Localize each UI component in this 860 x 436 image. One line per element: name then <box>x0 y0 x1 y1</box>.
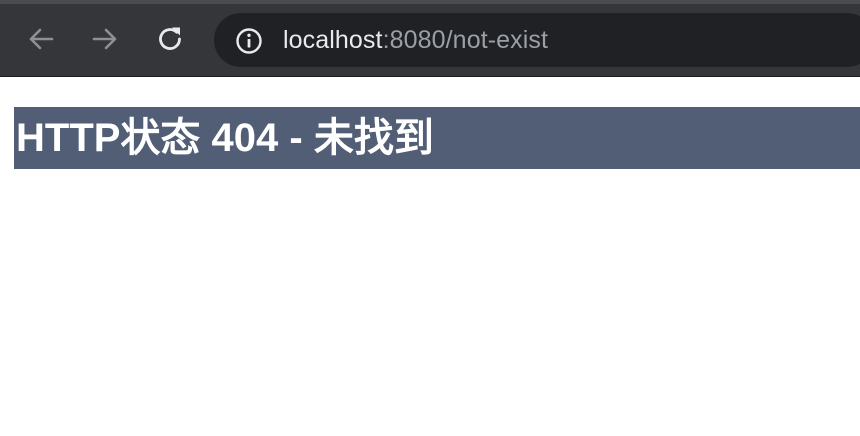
info-circle-icon[interactable] <box>235 27 263 55</box>
back-button[interactable] <box>24 22 58 56</box>
arrow-left-icon <box>29 28 54 50</box>
browser-toolbar: localhost:8080/not-exist <box>0 4 860 77</box>
url-path: :8080/not-exist <box>382 26 549 54</box>
error-heading: HTTP状态 404 - 未找到 <box>14 107 860 169</box>
address-url[interactable]: localhost:8080/not-exist <box>283 13 548 67</box>
forward-button[interactable] <box>88 22 122 56</box>
address-bar[interactable]: localhost:8080/not-exist <box>214 13 860 67</box>
arrow-right-icon <box>92 28 117 50</box>
reload-icon <box>159 27 181 50</box>
page-content: HTTP状态 404 - 未找到 <box>0 77 860 436</box>
reload-button[interactable] <box>153 22 187 56</box>
url-host: localhost <box>283 26 383 54</box>
